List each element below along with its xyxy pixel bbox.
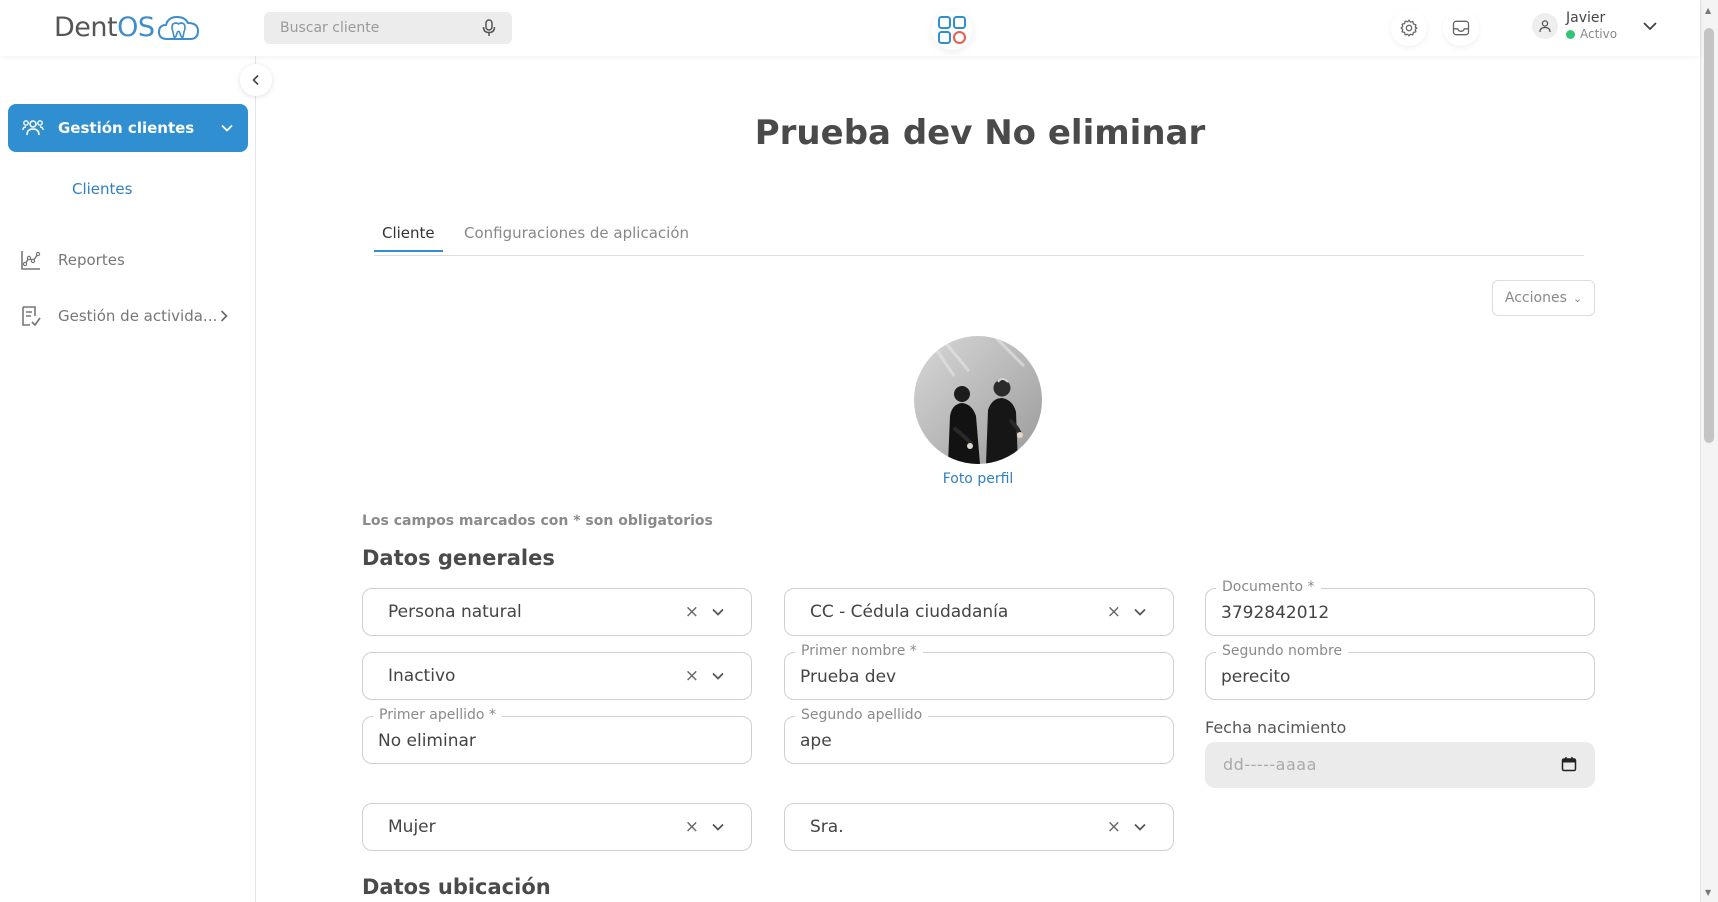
app-logo[interactable]: Dent OS (54, 12, 201, 43)
first-surname-field[interactable]: Primer apellido * No eliminar (362, 707, 752, 764)
second-name-field[interactable]: Segundo nombre perecito (1205, 643, 1595, 700)
document-type-value: CC - Cédula ciudadanía (810, 602, 1009, 622)
logo-text-os: OS (117, 12, 155, 43)
second-surname-label: Segundo apellido (795, 707, 929, 723)
first-surname-value: No eliminar (378, 731, 476, 751)
inbox-icon (1452, 20, 1470, 36)
second-surname-field[interactable]: Segundo apellido ape (784, 707, 1174, 764)
clear-icon[interactable]: × (685, 666, 699, 686)
sidebar-item-gestion-actividades[interactable]: Gestión de activida... (20, 305, 230, 327)
scroll-up-icon[interactable]: ▲ (1705, 6, 1711, 15)
search-placeholder: Buscar cliente (280, 20, 380, 36)
birthdate-label: Fecha nacimiento (1205, 718, 1347, 737)
chevron-left-icon (252, 74, 259, 86)
section-title-general: Datos generales (362, 546, 555, 570)
scrollbar-thumb[interactable] (1704, 28, 1714, 443)
gear-icon (1400, 19, 1418, 37)
chevron-down-icon (221, 124, 233, 132)
title-value: Sra. (810, 817, 844, 837)
sidebar-item-gestion-clientes[interactable]: Gestión clientes (8, 104, 248, 152)
chevron-down-icon[interactable] (1642, 18, 1658, 34)
required-fields-note: Los campos marcados con * son obligatori… (362, 513, 713, 529)
person-type-select[interactable]: Persona natural × (362, 588, 752, 636)
sidebar-item-label: Reportes (58, 251, 125, 269)
first-name-value: Prueba dev (800, 667, 897, 687)
chevron-right-icon (220, 310, 228, 322)
person-type-value: Persona natural (388, 602, 522, 622)
user-status: Activo (1566, 27, 1617, 41)
document-value: 3792842012 (1221, 603, 1330, 623)
sidebar-item-label: Gestión clientes (58, 119, 195, 137)
apps-grid-icon (938, 16, 966, 44)
second-name-value: perecito (1221, 667, 1291, 687)
birthdate-placeholder: dd-----aaaa (1223, 755, 1317, 774)
user-menu[interactable]: Javier Activo (1532, 10, 1617, 41)
actions-label: Acciones (1504, 290, 1567, 306)
search-input[interactable]: Buscar cliente (264, 12, 512, 44)
page-title: Prueba dev No eliminar (754, 113, 1206, 153)
birthdate-input[interactable]: dd-----aaaa (1205, 742, 1595, 788)
status-value: Inactivo (388, 666, 456, 686)
status-select[interactable]: Inactivo × (362, 652, 752, 700)
document-type-select[interactable]: CC - Cédula ciudadanía × (784, 588, 1174, 636)
user-icon (1539, 19, 1551, 32)
clear-icon[interactable]: × (685, 602, 699, 622)
first-surname-label: Primer apellido * (373, 707, 502, 723)
document-field[interactable]: Documento * 3792842012 (1205, 579, 1595, 636)
gender-value: Mujer (388, 817, 436, 837)
sidebar-item-label: Gestión de activida... (58, 307, 218, 325)
apps-grid-button[interactable] (932, 10, 972, 50)
sidebar-item-reportes[interactable]: Reportes (20, 249, 230, 271)
top-bar: Dent OS Buscar cliente Javier Activo (0, 0, 1700, 56)
first-name-field[interactable]: Primer nombre * Prueba dev (784, 643, 1174, 700)
user-name: Javier (1566, 10, 1606, 26)
chevron-down-icon[interactable] (711, 820, 725, 834)
users-icon (22, 120, 44, 136)
profile-photo-image (914, 336, 1042, 464)
avatar (1532, 12, 1558, 39)
chevron-down-icon[interactable] (711, 669, 725, 683)
tooth-cloud-icon (157, 15, 199, 40)
actions-dropdown[interactable]: Acciones ⌄ (1492, 280, 1595, 316)
status-dot-icon (1566, 29, 1575, 39)
tab-cliente[interactable]: Cliente (374, 224, 443, 252)
collapse-sidebar-button[interactable] (240, 64, 272, 96)
settings-button[interactable] (1391, 10, 1427, 46)
clear-icon[interactable]: × (1107, 817, 1121, 837)
logo-text-dent: Dent (54, 12, 118, 43)
inbox-button[interactable] (1443, 10, 1479, 46)
tab-configuraciones[interactable]: Configuraciones de aplicación (464, 224, 689, 252)
chevron-down-icon[interactable] (711, 605, 725, 619)
document-label: Documento * (1216, 579, 1321, 595)
calendar-icon[interactable] (1561, 756, 1577, 772)
second-name-label: Segundo nombre (1216, 643, 1349, 659)
profile-photo-label[interactable]: Foto perfil (880, 471, 1076, 487)
profile-photo[interactable] (914, 336, 1042, 464)
scroll-down-icon[interactable]: ▼ (1705, 888, 1711, 897)
tab-bar: Cliente Configuraciones de aplicación (374, 222, 1584, 256)
sidebar-subitem-clientes[interactable]: Clientes (72, 180, 132, 198)
title-select[interactable]: Sra. × (784, 803, 1174, 851)
gender-select[interactable]: Mujer × (362, 803, 752, 851)
user-status-text: Activo (1580, 27, 1618, 41)
second-surname-value: ape (800, 731, 832, 751)
chevron-down-icon[interactable] (1133, 605, 1147, 619)
chart-icon (21, 251, 41, 270)
clear-icon[interactable]: × (1107, 602, 1121, 622)
chevron-down-icon: ⌄ (1572, 291, 1583, 305)
chevron-down-icon[interactable] (1133, 820, 1147, 834)
microphone-icon[interactable] (482, 19, 496, 37)
first-name-label: Primer nombre * (795, 643, 923, 659)
checklist-icon (22, 306, 41, 327)
clear-icon[interactable]: × (685, 817, 699, 837)
section-title-location: Datos ubicación (362, 875, 551, 899)
